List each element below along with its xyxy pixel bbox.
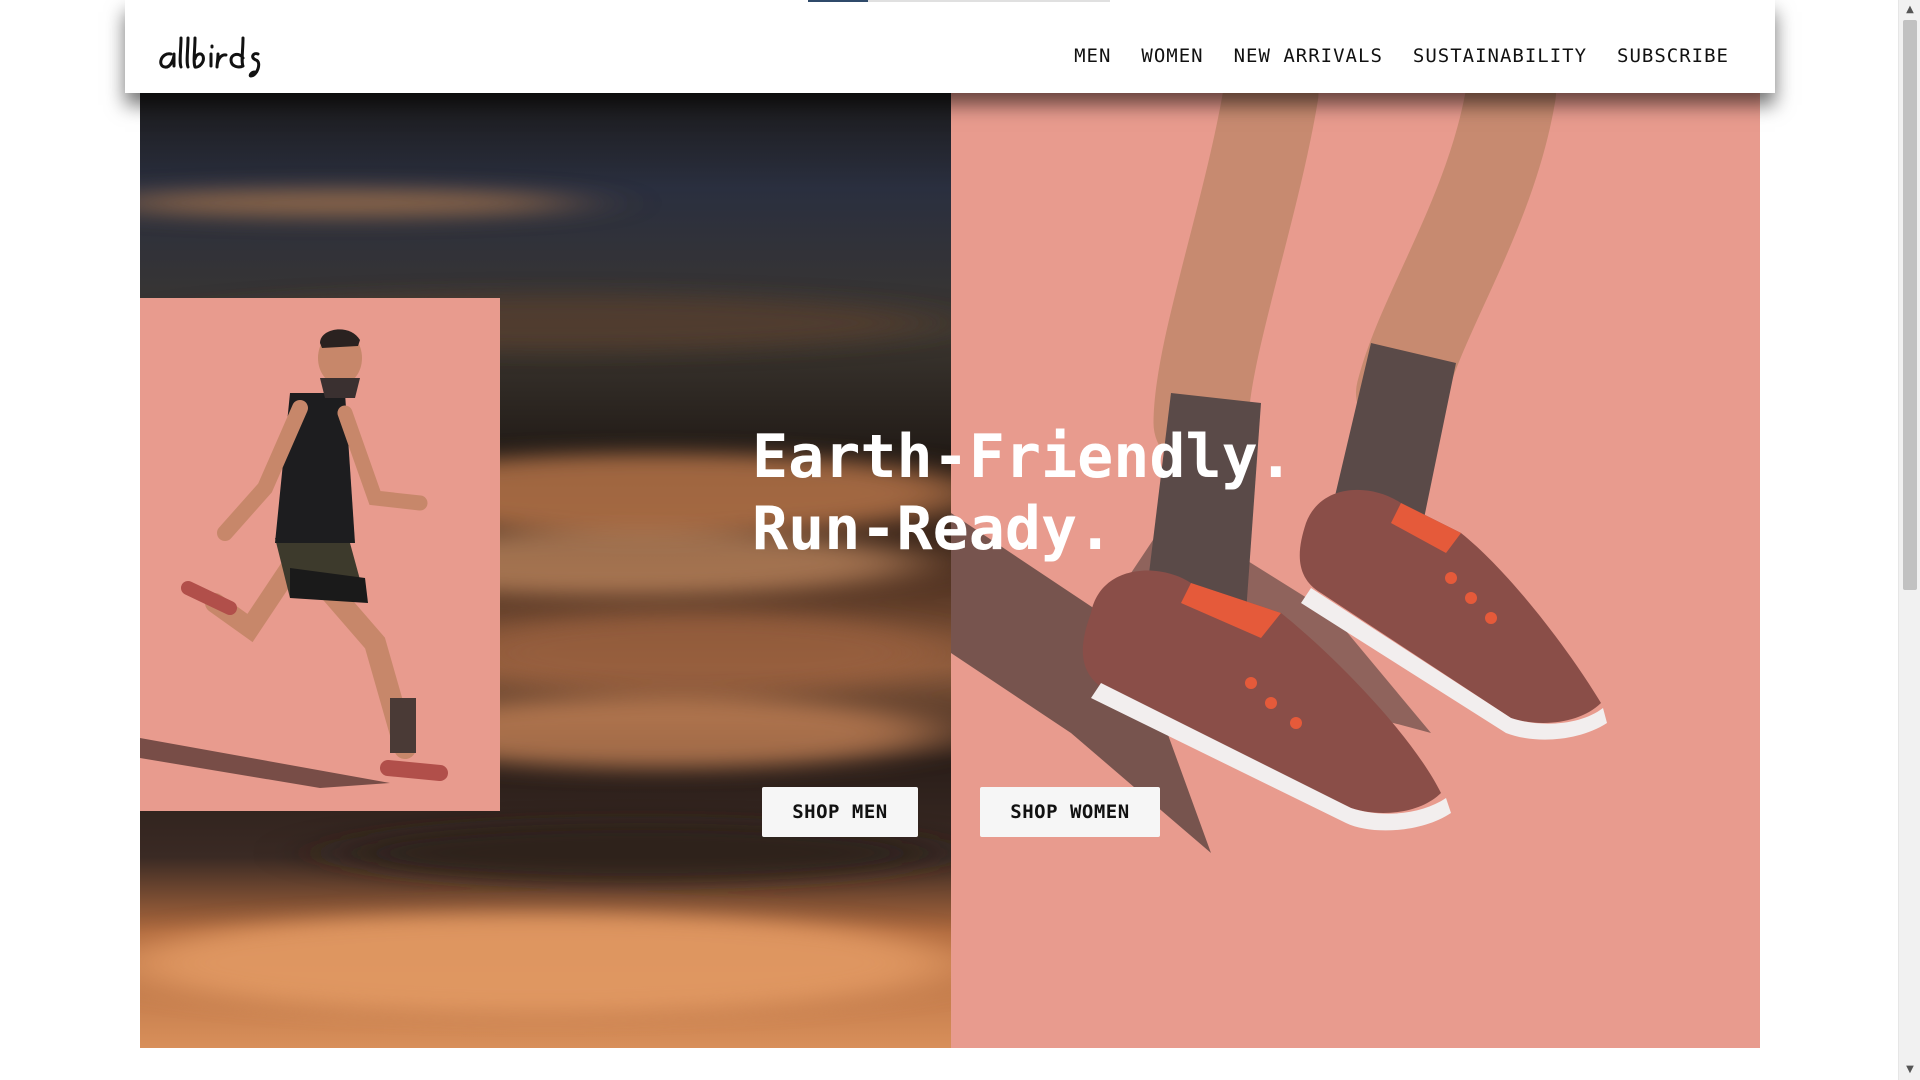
shop-men-button[interactable]: SHOP MEN [762,787,918,837]
nav-subscribe[interactable]: SUBSCRIBE [1617,45,1729,67]
vertical-scrollbar[interactable]: ▲ ▼ [1898,0,1920,1080]
hero-motion-blur-image [140,93,951,1048]
nav-women[interactable]: WOMEN [1141,45,1203,67]
site-header: allbirds MEN WOMEN NEW ARRIVALS SUSTAINA… [125,0,1775,93]
nav-men[interactable]: MEN [1074,45,1111,67]
shop-women-button[interactable]: SHOP WOMEN [980,787,1160,837]
hero-banner: Earth-Friendly. Run-Ready. SHOP MEN SHOP… [140,93,1760,1048]
up-arrow-icon[interactable]: ▲ [1899,0,1920,20]
down-arrow-icon[interactable]: ▼ [1899,1060,1920,1080]
carousel-progress [808,0,1110,2]
hero-shoes-image [951,93,1760,1048]
scrollbar-thumb[interactable] [1903,20,1917,590]
nav-new-arrivals[interactable]: NEW ARRIVALS [1234,45,1383,67]
allbirds-logo[interactable]: allbirds [155,32,285,82]
sneakers-graphic [951,93,1607,853]
runner-inset-photo [140,298,500,811]
nav-sustainability[interactable]: SUSTAINABILITY [1413,45,1587,67]
page-viewport: allbirds MEN WOMEN NEW ARRIVALS SUSTAINA… [0,0,1898,1080]
runner-figure [140,329,448,788]
hero-headline-line2: Run-Ready. [752,494,1114,564]
logo-wordmark: allbirds [159,36,261,78]
main-nav: MEN WOMEN NEW ARRIVALS SUSTAINABILITY SU… [1074,45,1729,67]
carousel-progress-fill [808,0,869,2]
hero-headline: Earth-Friendly. Run-Ready. [752,421,1294,565]
hero-headline-line1: Earth-Friendly. [752,422,1294,492]
